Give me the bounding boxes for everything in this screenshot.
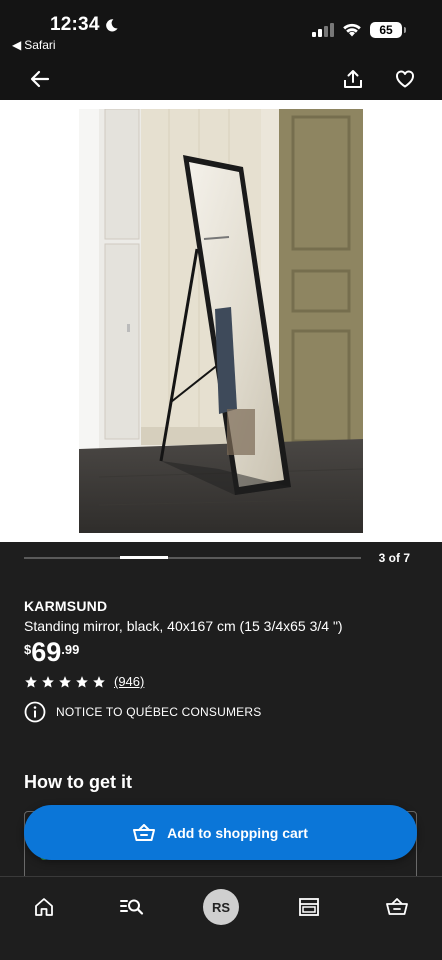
back-app-label: Safari	[24, 38, 56, 52]
star-icon	[25, 675, 37, 688]
battery-level: 65	[379, 23, 393, 37]
star-icon	[76, 675, 88, 688]
tab-profile[interactable]: RS	[201, 887, 241, 927]
share-button[interactable]	[340, 66, 366, 92]
tab-cart[interactable]	[377, 887, 417, 927]
notice-label: NOTICE TO QUÉBEC CONSUMERS	[56, 705, 262, 719]
store-icon	[299, 898, 319, 916]
carousel-position	[120, 556, 168, 559]
status-time: 12:34	[50, 14, 119, 36]
add-to-cart-label: Add to shopping cart	[167, 824, 308, 841]
info-icon	[24, 701, 46, 723]
star-icon	[42, 675, 54, 688]
status-bar: 12:34 ◀ Safari 65	[0, 0, 442, 58]
product-price: $ 69 .99	[24, 638, 79, 666]
image-counter: 3 of 7	[378, 551, 410, 565]
arrow-left-icon	[30, 70, 50, 88]
add-to-cart-button[interactable]: Add to shopping cart	[24, 805, 417, 860]
image-carousel-indicator: 3 of 7	[0, 542, 442, 576]
price-currency: $	[24, 642, 32, 657]
moon-icon	[105, 18, 118, 31]
bottom-tab-bar: RS	[0, 876, 442, 960]
basket-icon	[386, 898, 408, 915]
product-rating[interactable]: (946)	[24, 674, 144, 689]
product-image-area	[0, 100, 442, 542]
back-to-safari[interactable]: ◀ Safari	[12, 38, 56, 52]
status-indicators: 65	[312, 22, 406, 38]
signal-icon	[312, 23, 334, 37]
share-icon	[344, 70, 362, 88]
avatar-initials: RS	[211, 899, 231, 915]
mirror-photo	[79, 109, 363, 533]
tab-search[interactable]	[112, 887, 152, 927]
back-triangle-icon: ◀	[12, 38, 22, 52]
star-icon	[59, 675, 71, 688]
wifi-icon	[343, 23, 361, 37]
product-description: Standing mirror, black, 40x167 cm (15 3/…	[24, 618, 343, 634]
tab-stores[interactable]	[289, 887, 329, 927]
avatar: RS	[203, 889, 239, 925]
product-name: KARMSUND	[24, 598, 108, 614]
how-to-get-it-heading: How to get it	[24, 772, 132, 792]
rating-count-link[interactable]: (946)	[114, 674, 144, 689]
heart-icon	[396, 70, 414, 88]
back-button[interactable]	[27, 66, 53, 92]
time-text: 12:34	[50, 14, 100, 35]
basket-icon	[133, 823, 156, 841]
favorite-button[interactable]	[392, 66, 418, 92]
tab-home[interactable]	[24, 887, 64, 927]
home-icon	[35, 898, 53, 916]
quebec-notice-link[interactable]: NOTICE TO QUÉBEC CONSUMERS	[24, 701, 261, 723]
carousel-track[interactable]	[24, 556, 361, 559]
star-icon	[93, 675, 105, 688]
price-integer: 69	[31, 637, 62, 667]
product-image[interactable]	[79, 109, 363, 533]
price-decimal: .99	[61, 642, 80, 657]
top-nav	[0, 58, 442, 100]
battery-indicator: 65	[370, 22, 406, 38]
search-icon	[120, 899, 144, 915]
